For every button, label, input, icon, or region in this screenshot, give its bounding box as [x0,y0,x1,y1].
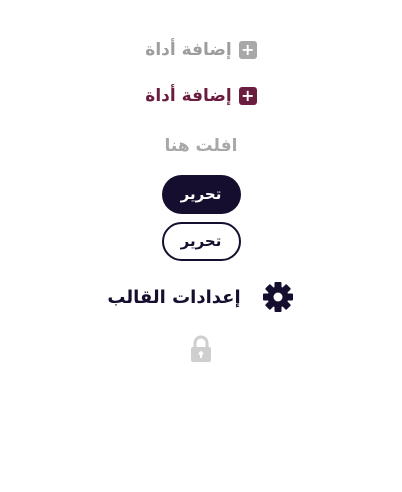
template-settings-button[interactable]: إعدادات القالب [107,280,294,314]
edit-button-filled-row: تحرير [0,174,402,214]
drop-zone[interactable]: افلت هنا [0,133,402,159]
gear-icon [261,280,295,314]
plus-square-icon: + [238,87,257,105]
add-tool-label-muted: إضافة أداة [145,40,232,60]
add-tool-row-active: + إضافة أداة [0,83,402,109]
template-settings-row: إعدادات القالب [0,278,402,316]
add-tool-row-muted: + إضافة أداة [0,37,402,63]
edit-button-outline-row: تحرير [0,221,402,261]
edit-button-outline[interactable]: تحرير [161,221,241,261]
plus-square-icon: + [238,41,257,59]
add-tool-label-active: إضافة أداة [145,86,232,106]
drop-zone-text: افلت هنا [164,136,238,156]
lock-icon [189,335,213,363]
add-tool-button-active[interactable]: + إضافة أداة [145,86,257,106]
canvas: + إضافة أداة + إضافة أداة افلت هنا تحرير… [0,0,402,492]
add-tool-button-muted[interactable]: + إضافة أداة [145,40,257,60]
template-settings-label: إعدادات القالب [107,286,241,308]
edit-button-filled[interactable]: تحرير [161,174,241,214]
lock-row [0,334,402,364]
